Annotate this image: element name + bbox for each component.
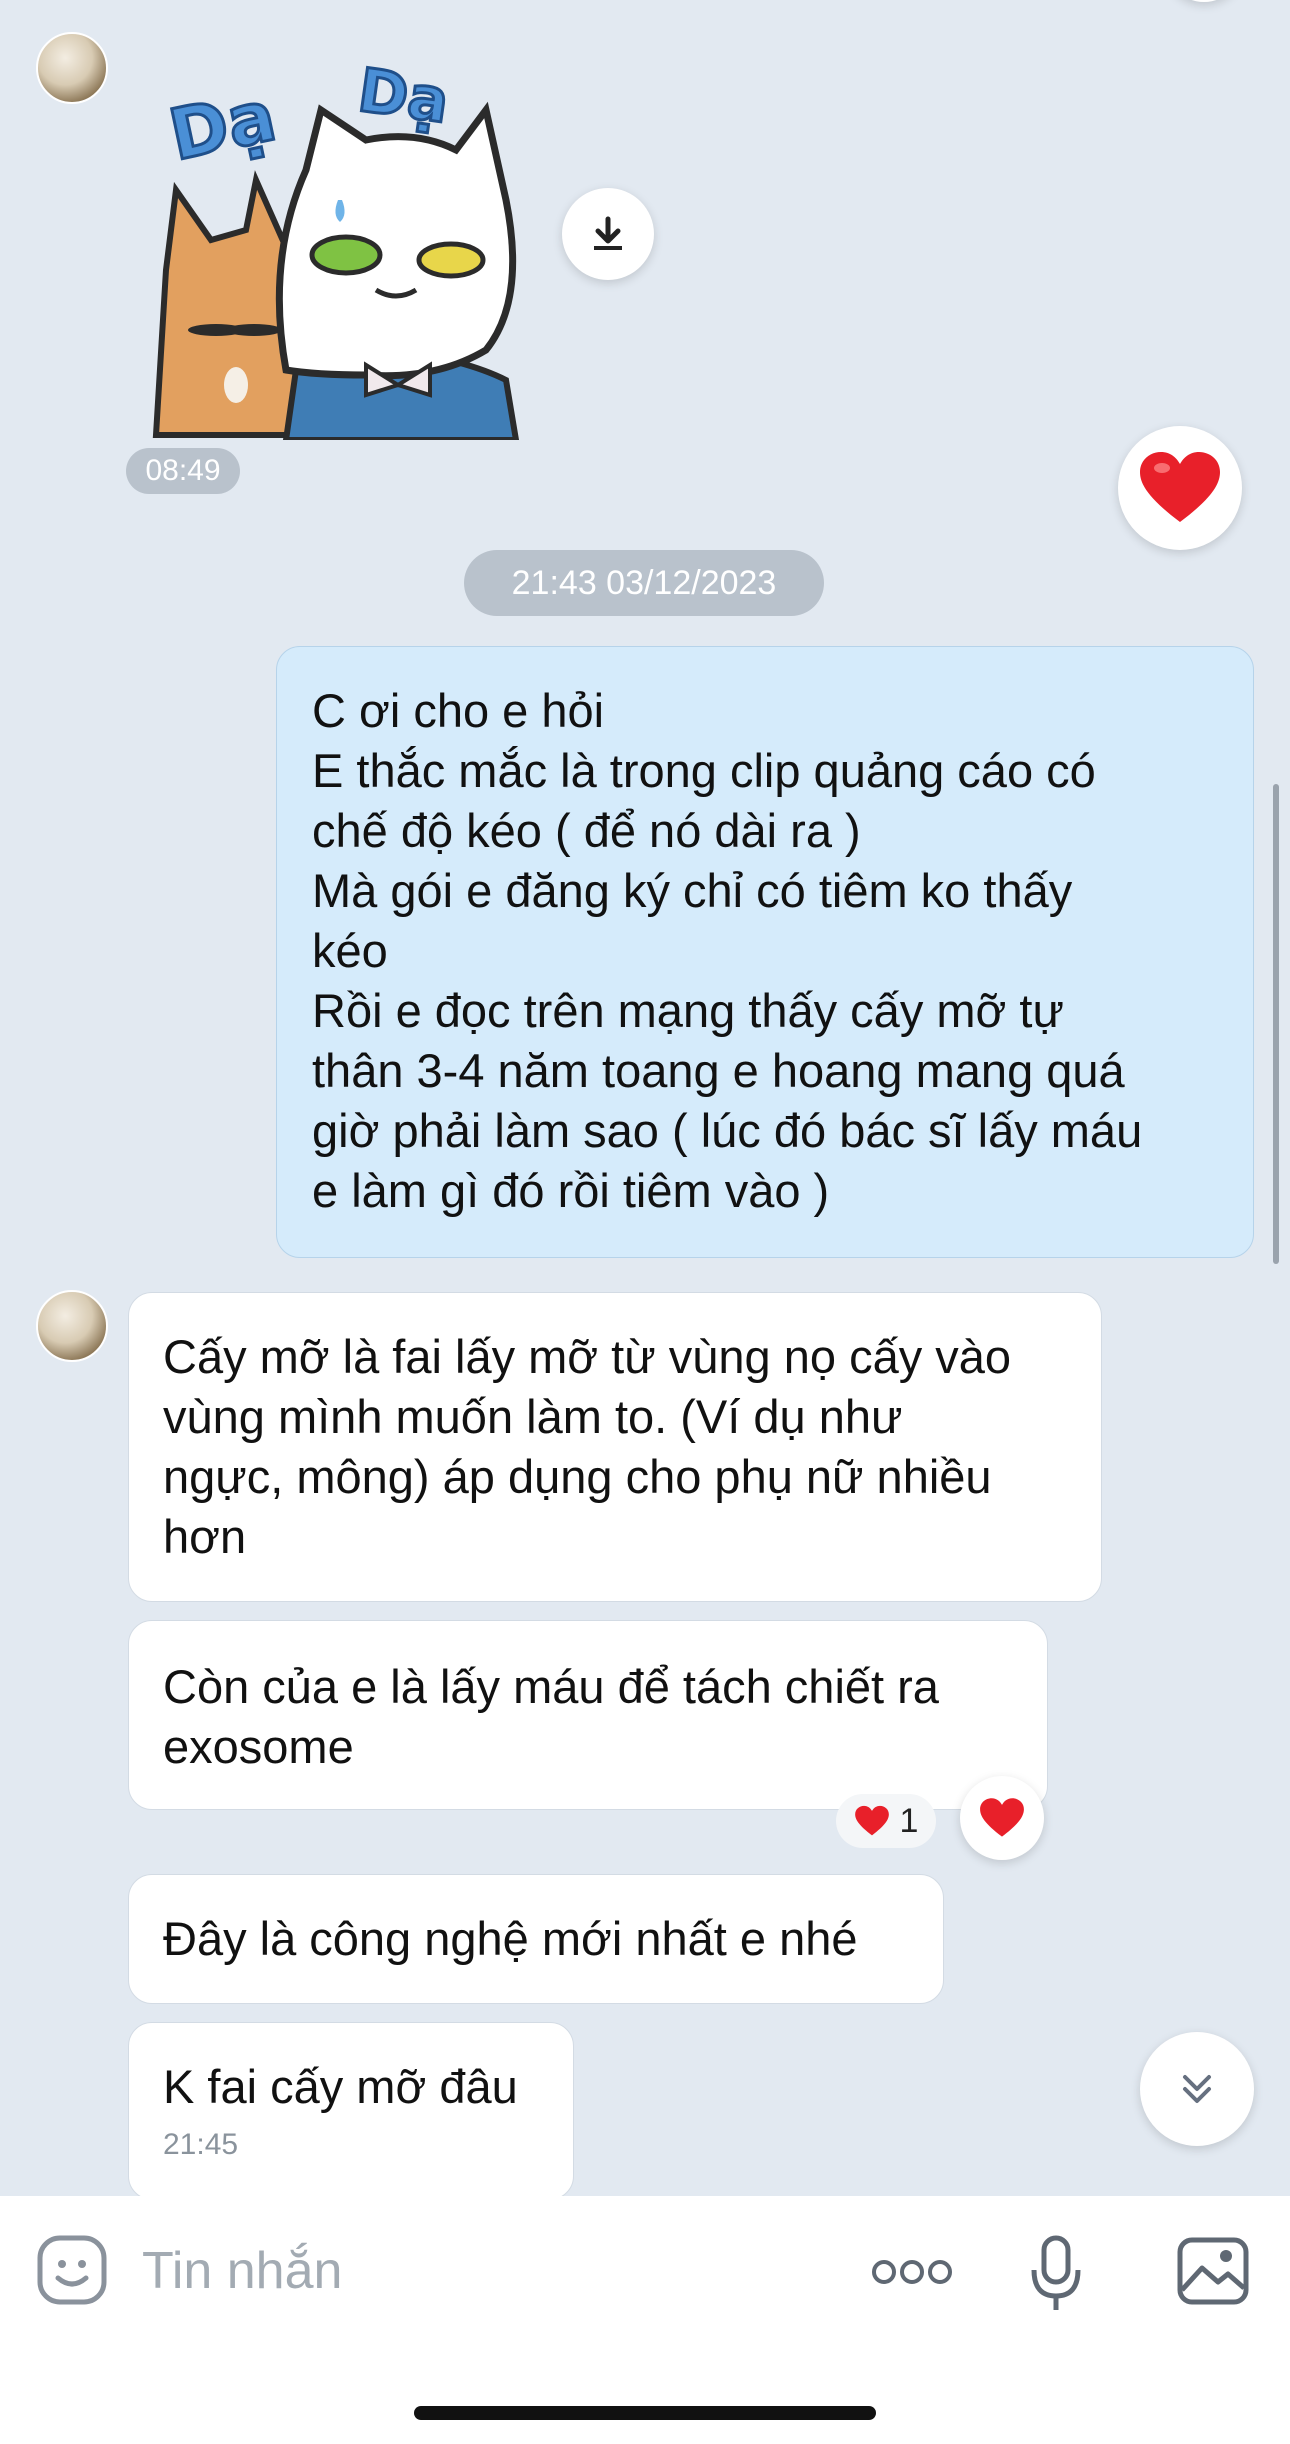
more-options-button[interactable] [870,2252,954,2292]
sticker-drawing: Dạ Dạ [152,54,520,443]
sticker-text-right: Dạ [354,56,453,138]
reaction-count: 1 [899,1801,919,1840]
heart-icon [854,1805,889,1836]
partial-reaction-button[interactable] [1164,0,1244,2]
message-line: exosome [163,1720,354,1773]
message-line: vùng mình muốn làm to. (Ví dụ như [163,1390,903,1443]
message-line: Cấy mỡ là fai lấy mỡ từ vùng nọ cấy vào [163,1330,1012,1383]
emoji-button[interactable] [36,2234,108,2306]
image-icon [1177,2237,1249,2305]
more-icon [872,2260,952,2284]
download-icon [594,216,622,250]
message-line: K fai cấy mỡ đâu [163,2060,518,2113]
scroll-to-bottom-button[interactable] [1140,2032,1254,2146]
received-message-bubble[interactable]: K fai cấy mỡ đâu 21:45 [128,2022,574,2200]
message-line: Còn của e là lấy máu để tách chiết ra [163,1660,939,1713]
message-line: C ơi cho e hỏi [312,684,605,737]
download-sticker-button[interactable] [562,188,654,280]
sticker-smile-icon [37,2235,107,2305]
avatar[interactable] [36,32,108,104]
voice-message-button[interactable] [1030,2234,1082,2314]
message-line: E thắc mắc là trong clip quảng cáo có [312,744,1096,797]
image-picker-button[interactable] [1176,2236,1250,2306]
sticker-text-left: Dạ [162,75,282,177]
scrollbar[interactable] [1273,784,1279,1264]
message-line: hơn [163,1510,247,1563]
message-line: Đây là công nghệ mới nhất e nhé [163,1912,858,1965]
home-indicator [414,2406,876,2420]
sticker-image[interactable]: Dạ Dạ [136,40,536,443]
avatar[interactable] [36,1290,108,1362]
composer-bar: Tin nhắn [0,2196,1290,2444]
message-line: ngực, mông) áp dụng cho phụ nữ nhiều [163,1450,992,1503]
received-message-bubble[interactable]: Đây là công nghệ mới nhất e nhé [128,1874,944,2004]
reaction-summary[interactable]: 1 [836,1794,936,1848]
heart-icon [1140,452,1220,522]
sticker-timestamp: 08:49 [126,448,240,494]
message-time: 21:45 [163,2128,239,2161]
microphone-icon [1031,2235,1081,2310]
message-line: Rồi e đọc trên mạng thấy cấy mỡ tự [312,984,1064,1037]
received-message-bubble[interactable]: Cấy mỡ là fai lấy mỡ từ vùng nọ cấy vào … [128,1292,1102,1602]
message-line: kéo [312,924,388,977]
message-line: thân 3-4 năm toang e hoang mang quá [312,1044,1125,1097]
message-line: giờ phải làm sao ( lúc đó bác sĩ lấy máu [312,1104,1143,1157]
date-divider: 21:43 03/12/2023 [464,550,824,616]
message-line: e làm gì đó rồi tiêm vào ) [312,1164,830,1217]
heart-icon [980,1798,1024,1837]
heart-reaction-button[interactable] [1118,426,1242,550]
double-chevron-down-icon [1183,2075,1211,2103]
sent-message-bubble[interactable]: C ơi cho e hỏi E thắc mắc là trong clip … [276,646,1254,1258]
heart-reaction-button[interactable] [960,1776,1044,1860]
message-input[interactable]: Tin nhắn [142,2238,742,2304]
message-line: Mà gói e đăng ký chỉ có tiêm ko thấy [312,864,1073,917]
message-line: chế độ kéo ( để nó dài ra ) [312,804,861,857]
received-message-bubble[interactable]: Còn của e là lấy máu để tách chiết ra ex… [128,1620,1048,1810]
